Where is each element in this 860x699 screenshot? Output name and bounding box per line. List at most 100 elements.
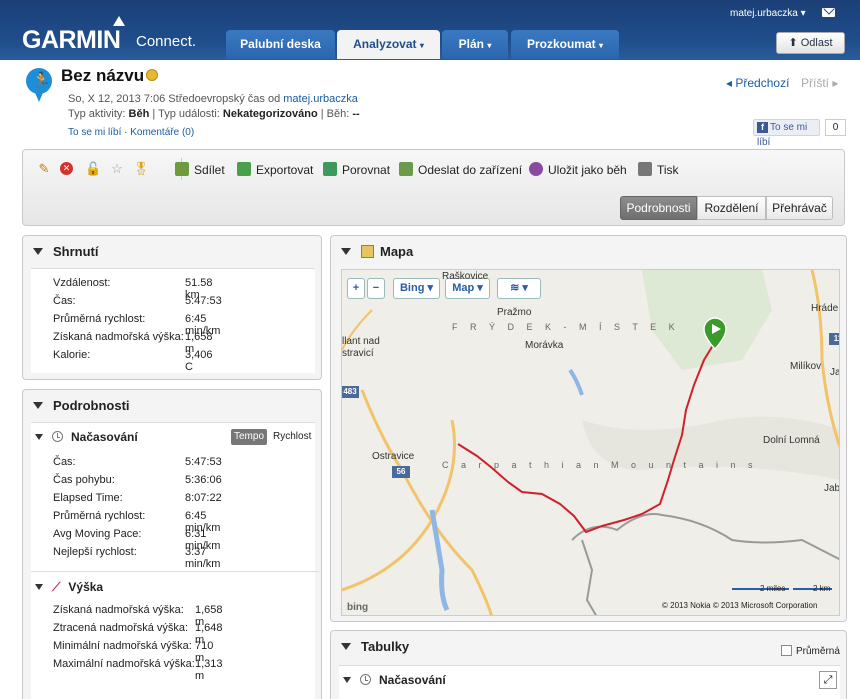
user-menu[interactable]: matej.urbaczka ▾ [730,8,806,19]
save-as-course-label: Uložit jako běh [548,163,627,177]
stat-label: Průměrná rychlost: [53,510,146,522]
tab-explore[interactable]: Prozkoumat ▾ [511,30,619,59]
author-link[interactable]: matej.urbaczka [283,93,358,105]
tables-title: Tabulky [361,639,410,654]
view-details-button[interactable]: Podrobnosti [620,196,697,220]
stat-row: Průměrná rychlost: 6:45 min/km [53,313,220,337]
previous-link[interactable]: ◂ Předchozí [726,76,789,90]
summary-header[interactable]: Shrnutí [33,244,99,259]
brand-name: GARMIN [22,26,121,54]
previous-label: Předchozí [735,76,790,90]
lock-icon[interactable]: 🔓 [85,161,101,177]
speed-toggle[interactable]: Rychlost [273,429,311,445]
provider-label: Bing [399,282,425,294]
star-icon[interactable]: ☆ [109,161,125,177]
details-panel: Podrobnosti Načasování Tempo Rychlost Ča… [22,389,322,699]
collapse-triangle-icon [33,248,43,255]
stat-row: Nejlepší rychlost: 3:37 min/km [53,546,220,570]
map-type-label: Map [452,282,475,294]
social-links: To se mi líbí · Komentáře (0) [68,127,195,138]
map-place-label: Hráde [811,303,839,314]
zoom-out-button[interactable]: − [367,278,385,299]
activity-date: So, X 12, 2013 7:06 Středoevropský čas o… [68,93,358,105]
view-splits-button[interactable]: Rozdělení [697,196,766,220]
export-button[interactable]: Exportovat [237,162,313,177]
average-checkbox[interactable]: Průměrná [781,645,840,657]
send-to-device-button[interactable]: Odeslat do zařízení [399,162,522,177]
tables-timing-header[interactable]: Načasování [343,673,446,687]
activity-type-line: Typ aktivity: Běh | Typ události: Nekate… [68,108,360,120]
tab-dashboard[interactable]: Palubní deska [226,30,335,59]
stat-label: Vzdálenost: [53,277,111,289]
stat-value: 1,313 m [195,658,223,682]
collapse-triangle-icon [33,402,43,409]
activity-toolbar: ✎ ✕ 🔓 ☆ 🎖 Sdílet Exportovat Porovnat Ode… [22,149,845,226]
map-header[interactable]: Mapa [341,244,413,259]
share-button[interactable]: Sdílet [175,162,225,177]
map-region-label: C a r p a t h i a n M o u n t a i n s [442,460,758,470]
clock-icon [52,431,63,442]
collapse-triangle-icon [341,248,351,255]
map-icon [361,245,374,258]
map-layers-button[interactable]: ≋ ▾ [497,278,541,299]
facebook-like-button[interactable]: f To se mi líbí [753,119,820,148]
view-player-button[interactable]: Přehrávač [766,196,833,220]
map-place-label: Dolní Lomná [763,435,820,446]
activity-type-value[interactable]: Běh [129,108,150,120]
print-button[interactable]: Tisk [638,162,679,177]
tables-panel: Tabulky Průměrná Načasování ⤢ [330,630,847,699]
zoom-in-button[interactable]: + [347,278,365,299]
stat-row: Průměrná rychlost: 6:45 min/km [53,510,220,534]
save-as-course-button[interactable]: Uložit jako běh [529,162,627,177]
timing-section-header[interactable]: Načasování [35,430,138,444]
like-link[interactable]: To se mi líbí [68,127,121,138]
pace-toggle[interactable]: Tempo [231,429,267,445]
road-number: 11 [829,333,839,345]
next-link[interactable]: Příští ▸ [801,76,838,90]
garmin-logo[interactable]: GARMIN [22,16,125,55]
stat-value: 5:47:53 [185,295,222,307]
map-place-label: Jab [830,367,839,378]
print-icon [638,162,652,176]
tables-header[interactable]: Tabulky [341,639,409,654]
logout-button[interactable]: ⬆ Odlast [776,32,845,54]
delete-icon[interactable]: ✕ [60,162,73,175]
stat-label: Získaná nadmořská výška: [53,604,184,616]
map-canvas[interactable]: + − Bing ▾ Map ▾ ≋ ▾ Raškovice Pražmo F … [341,269,840,616]
stat-label: Nejlepší rychlost: [53,546,137,558]
export-icon [237,162,251,176]
activity-title[interactable]: Bez názvu [61,66,144,86]
print-label: Tisk [657,163,679,177]
stat-row: Kalorie: 3,406 C [53,349,213,373]
tab-plan[interactable]: Plán ▾ [442,30,508,59]
event-type-value[interactable]: Nekategorizováno [223,108,318,120]
tab-analyze[interactable]: Analyzovat ▾ [337,30,440,59]
compare-icon [323,162,337,176]
clock-icon [360,674,371,685]
map-copyright: © 2013 Nokia © 2013 Microsoft Corporatio… [662,601,818,610]
stat-label: Ztracená nadmořská výška: [53,622,189,634]
map-provider-select[interactable]: Bing ▾ [393,278,440,299]
elevation-section-header[interactable]: ⟋ Výška [35,580,103,595]
stat-row: Čas: 5:47:53 [53,295,222,307]
compare-button[interactable]: Porovnat [323,162,390,177]
map-place-label: Pražmo [497,307,532,318]
logout-label: Odlast [800,37,833,49]
details-header[interactable]: Podrobnosti [33,398,130,413]
expand-icon[interactable]: ⤢ [819,671,837,689]
badge-icon[interactable]: 🎖 [133,161,150,177]
share-icon [175,162,189,176]
chevron-down-icon: ▾ [487,41,492,50]
mail-icon[interactable] [822,8,835,17]
comments-link[interactable]: Komentáře (0) [130,127,194,138]
chevron-down-icon: ▾ [477,282,483,294]
stat-value: 5:36:06 [185,474,222,486]
pencil-icon[interactable]: ✎ [36,161,52,177]
stat-row: Vzdálenost: 51.58 km [53,277,213,301]
stat-row: Elapsed Time: 8:07:22 [53,492,222,504]
facebook-like-widget: f To se mi líbí 0 [753,119,846,148]
average-label: Průměrná [796,646,840,657]
course-value[interactable]: -- [352,108,359,120]
chevron-left-icon: ◂ [726,76,733,90]
summary-panel: Shrnutí Vzdálenost: 51.58 km Čas: 5:47:53 Pr… [22,235,322,380]
